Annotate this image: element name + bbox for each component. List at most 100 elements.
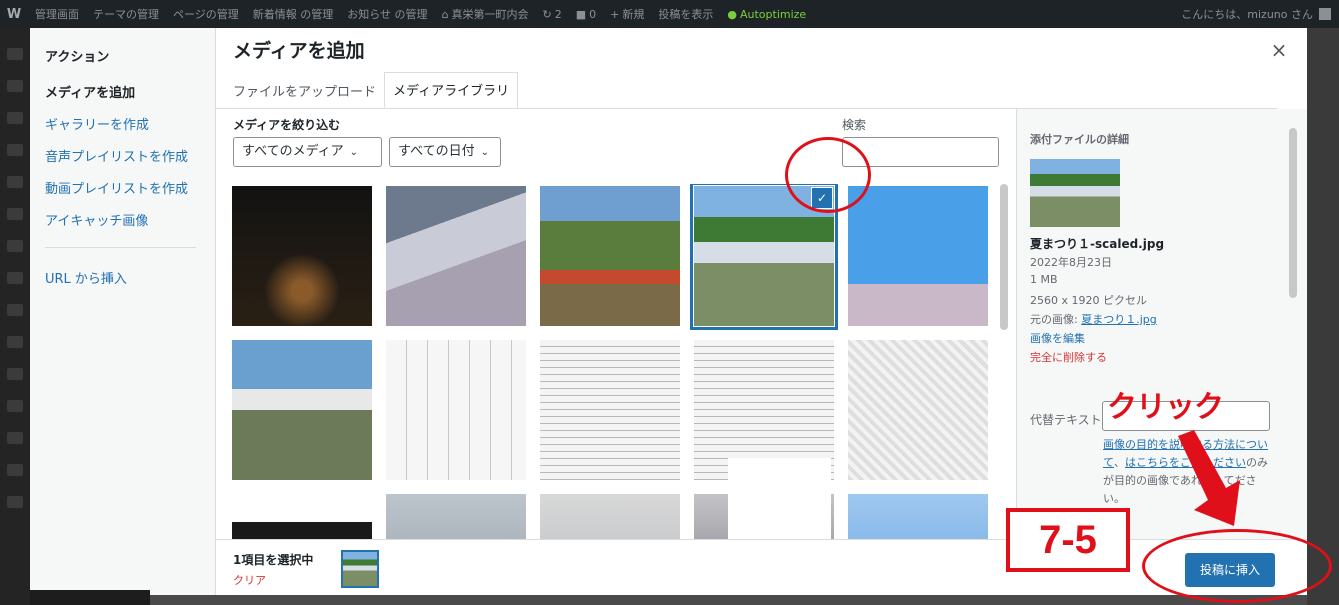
menu-icon xyxy=(7,112,23,124)
attachment-thumb[interactable] xyxy=(386,340,526,480)
attachment-thumb[interactable] xyxy=(848,186,988,326)
annotation-step-label: 7-5 xyxy=(1006,508,1130,572)
router-tabs: ファイルをアップロード メディアライブラリ xyxy=(225,72,519,108)
close-icon[interactable]: × xyxy=(1264,38,1294,62)
details-date: 2022年8月23日 xyxy=(1030,256,1112,269)
greeting-text: こんにちは、mizuno さん xyxy=(1181,8,1313,21)
adminbar-item-updates[interactable]: ↻ 2 xyxy=(536,8,569,21)
menu-item-add-media[interactable]: メディアを追加 xyxy=(45,82,135,101)
annotation-circle-insert xyxy=(1142,529,1332,603)
modal-title: メディアを追加 xyxy=(233,40,365,62)
original-prefix: 元の画像: xyxy=(1030,313,1078,326)
plus-icon: + xyxy=(610,7,620,21)
selection-count: 1項目を選択中 xyxy=(233,553,314,567)
clear-selection-link[interactable]: クリア xyxy=(233,572,266,588)
adminbar-item-view-post[interactable]: 投稿を表示 xyxy=(651,6,720,22)
comments-count: 0 xyxy=(589,7,597,21)
menu-icon xyxy=(7,240,23,252)
attachment-thumb[interactable] xyxy=(232,340,372,480)
attachments-grid: ✓ xyxy=(230,184,1000,540)
adminbar-item-comments[interactable]: ■ 0 xyxy=(569,8,603,21)
adminbar-item-pages[interactable]: ページの管理 xyxy=(166,6,246,22)
attachment-thumb[interactable] xyxy=(540,186,680,326)
date-value: すべての日付 xyxy=(398,144,475,159)
menu-item-create-audio-playlist[interactable]: 音声プレイリストを作成 xyxy=(45,146,188,165)
menu-heading: アクション xyxy=(45,50,110,65)
details-heading: 添付ファイルの詳細 xyxy=(1030,133,1129,146)
menu-icon xyxy=(7,336,23,348)
tab-media-library[interactable]: メディアライブラリ xyxy=(384,72,519,108)
adminbar-item-news[interactable]: 新着情報 の管理 xyxy=(246,6,341,22)
media-type-value: すべてのメディア xyxy=(242,144,344,159)
annotation-circle-checkmark xyxy=(785,137,871,213)
selection-thumbnail[interactable] xyxy=(341,550,379,588)
details-dimensions: 2560 x 1920 ピクセル xyxy=(1030,294,1147,307)
avatar xyxy=(1319,8,1331,20)
admin-bar: W 管理画面 テーマの管理 ページの管理 新着情報 の管理 お知らせ の管理 ⌂… xyxy=(0,0,1339,28)
annotation-click-label: クリック xyxy=(1107,391,1224,424)
updates-count: 2 xyxy=(554,7,562,21)
attachment-thumb[interactable] xyxy=(848,494,988,540)
menu-icon xyxy=(7,432,23,444)
details-filesize: 1 MB xyxy=(1030,273,1058,286)
menu-item-insert-from-url[interactable]: URL から挿入 xyxy=(45,268,127,287)
tab-upload-files[interactable]: ファイルをアップロード xyxy=(225,81,384,108)
adminbar-item-notices[interactable]: お知らせ の管理 xyxy=(340,6,434,22)
page-backdrop xyxy=(1307,28,1339,605)
adminbar-item-new[interactable]: + 新規 xyxy=(603,6,651,22)
wordpress-logo-icon[interactable]: W xyxy=(0,0,28,28)
menu-item-create-gallery[interactable]: ギャラリーを作成 xyxy=(45,114,149,133)
refresh-icon: ↻ xyxy=(542,7,552,21)
original-link[interactable]: 夏まつり１.jpg xyxy=(1081,313,1157,326)
attachment-thumb[interactable] xyxy=(540,340,680,480)
menu-icon xyxy=(7,496,23,508)
edit-image-link[interactable]: 画像を編集 xyxy=(1030,330,1085,346)
menu-item-create-video-playlist[interactable]: 動画プレイリストを作成 xyxy=(45,178,188,197)
attachment-thumb[interactable] xyxy=(386,494,526,540)
adminbar-item-site[interactable]: ⌂ 真栄第一町内会 xyxy=(435,6,536,22)
site-name: 真栄第一町内会 xyxy=(451,8,529,21)
comment-icon: ■ xyxy=(575,7,587,21)
adminbar-item-dashboard[interactable]: 管理画面 xyxy=(28,6,86,22)
autoptimize-label: Autoptimize xyxy=(740,7,807,21)
attachment-thumb[interactable] xyxy=(386,186,526,326)
menu-icon xyxy=(7,400,23,412)
menu-icon xyxy=(7,144,23,156)
menu-icon xyxy=(7,304,23,316)
menu-icon xyxy=(7,272,23,284)
admin-sidebar-backdrop xyxy=(0,28,30,605)
menu-item-featured-image[interactable]: アイキャッチ画像 xyxy=(45,210,148,229)
adminbar-item-themes[interactable]: テーマの管理 xyxy=(86,6,166,22)
home-icon: ⌂ xyxy=(441,7,449,21)
filter-label: メディアを絞り込む xyxy=(233,118,341,132)
attachment-thumb[interactable] xyxy=(232,494,372,540)
media-type-select[interactable]: すべてのメディア ⌄ xyxy=(233,137,382,167)
details-scrollbar[interactable] xyxy=(1289,128,1297,298)
media-menu: アクション メディアを追加 ギャラリーを作成 音声プレイリストを作成 動画プレイ… xyxy=(30,28,216,595)
delete-permanently-link[interactable]: 完全に削除する xyxy=(1030,349,1107,365)
menu-separator xyxy=(45,247,196,248)
menu-icon xyxy=(7,176,23,188)
search-label: 検索 xyxy=(842,118,867,132)
annotation-arrow-icon xyxy=(1178,430,1240,526)
attachment-thumb[interactable] xyxy=(848,340,988,480)
alt-text-label: 代替テキスト xyxy=(1030,413,1102,427)
chevron-down-icon: ⌄ xyxy=(480,147,489,158)
menu-icon xyxy=(7,48,23,60)
menu-icon xyxy=(7,368,23,380)
grid-scrollbar[interactable] xyxy=(1000,184,1008,330)
menu-icon xyxy=(7,208,23,220)
adminbar-item-autoptimize[interactable]: ● Autoptimize xyxy=(720,8,813,21)
details-filename: 夏まつり１-scaled.jpg xyxy=(1030,237,1165,251)
details-original: 元の画像: 夏まつり１.jpg xyxy=(1030,311,1157,327)
attachment-thumb[interactable] xyxy=(232,186,372,326)
backdrop-footer xyxy=(30,590,150,605)
date-select[interactable]: すべての日付 ⌄ xyxy=(389,137,501,167)
menu-icon xyxy=(7,80,23,92)
attachment-thumb[interactable] xyxy=(540,494,680,540)
chevron-down-icon: ⌄ xyxy=(349,147,359,158)
autoptimize-icon: ● xyxy=(727,7,737,21)
adminbar-greeting[interactable]: こんにちは、mizuno さん xyxy=(1181,6,1339,22)
details-thumbnail xyxy=(1030,159,1120,227)
menu-icon xyxy=(7,464,23,476)
